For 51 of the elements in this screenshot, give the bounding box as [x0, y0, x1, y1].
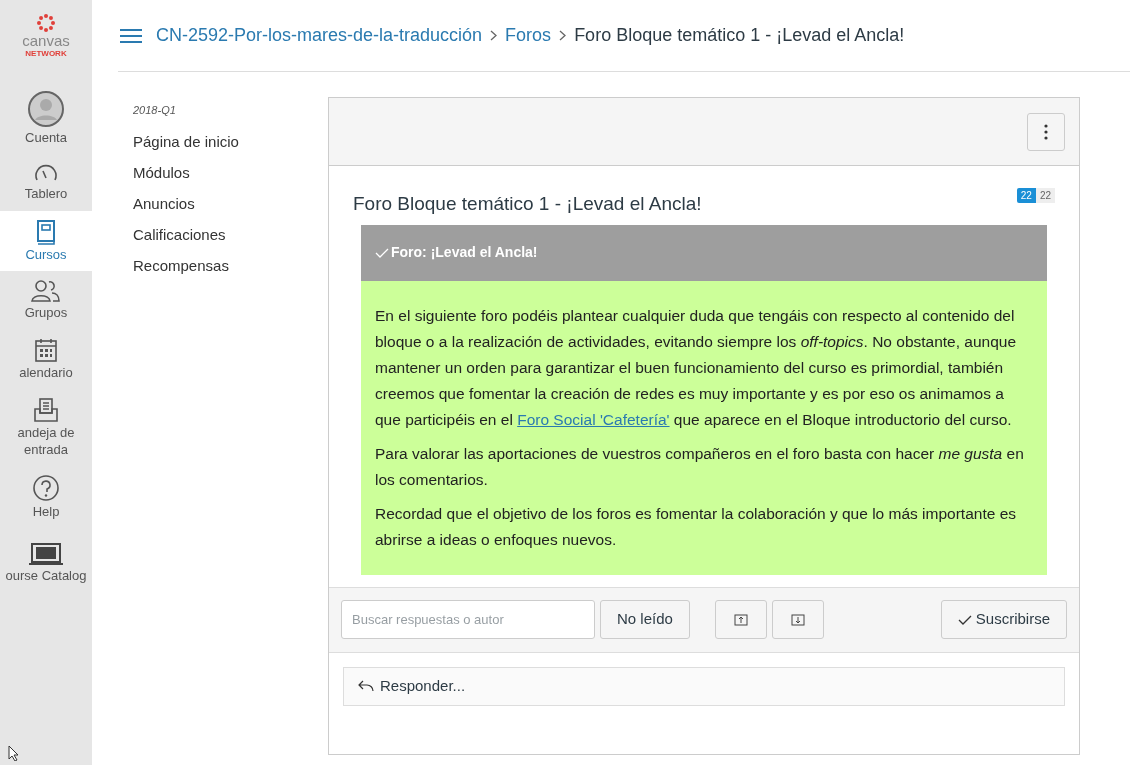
help-icon	[32, 473, 60, 502]
calendar-icon	[34, 337, 58, 363]
chevron-right-icon	[490, 30, 498, 41]
logo-subtitle: NETWORK	[25, 47, 67, 60]
breadcrumb-current[interactable]: Foro Bloque temático 1 - ¡Levad el Ancla!	[574, 22, 905, 49]
jump-up-button[interactable]	[714, 600, 767, 639]
course-nav-link[interactable]: Anuncios	[133, 192, 328, 224]
jump-down-icon	[790, 613, 805, 626]
breadcrumb-link[interactable]: CN-2592-Por-los-mares-de-la-traducción	[156, 22, 483, 49]
body-paragraph: Recordad que el objetivo de los foros es fomentar la colaboración y que lo más importante es abrirse a ideas o enfoques nuevos.	[375, 503, 1018, 550]
subscribe-button[interactable]: Suscribirse	[940, 600, 1067, 639]
unread-button[interactable]: No leído	[600, 600, 690, 639]
inbox-icon	[32, 397, 60, 424]
global-nav-item[interactable]: Cursos	[0, 210, 92, 271]
more-icon	[1044, 123, 1048, 140]
term-label: 2018-Q1	[133, 103, 177, 118]
chevron-right-icon	[559, 30, 567, 41]
global-nav-item[interactable]: Tablero	[0, 154, 92, 211]
jump-up-icon	[733, 613, 748, 626]
jump-down-button[interactable]	[771, 600, 824, 639]
global-nav-item[interactable]: Cuenta	[0, 82, 92, 155]
topic-banner: Foro: ¡Levad el Ancla!	[361, 224, 1047, 281]
cursor-icon	[8, 745, 20, 761]
check-icon	[957, 614, 972, 625]
menu-icon[interactable]	[120, 27, 142, 44]
course-nav-link[interactable]: Página de inicio	[133, 130, 328, 162]
options-button[interactable]	[1027, 112, 1065, 151]
reply-field[interactable]: Responder...	[343, 666, 1065, 706]
global-nav-item[interactable]: alendario	[0, 329, 92, 390]
course-nav-link[interactable]: Recompensas	[133, 254, 328, 286]
global-nav-item[interactable]: ourse Catalog	[0, 534, 92, 593]
catalog-icon	[28, 542, 64, 566]
book-icon	[35, 218, 57, 245]
search-field[interactable]: Buscar respuestas o autor	[341, 600, 595, 639]
course-nav-link[interactable]: Calificaciones	[133, 223, 328, 255]
body-paragraph: Para valorar las aportaciones de vuestros compañeros en el foro basta con hacer me gusta en los comentarios.	[375, 443, 1025, 490]
logo-wordmark: canvas	[22, 32, 70, 48]
check-icon	[375, 247, 389, 258]
reply-icon	[358, 680, 374, 692]
global-nav-item[interactable]: Grupos	[0, 270, 92, 329]
people-icon	[31, 278, 61, 303]
logo-icon	[36, 12, 56, 33]
avatar-icon	[27, 90, 65, 128]
global-nav-item[interactable]: Help	[0, 465, 92, 528]
body-paragraph: En el siguiente foro podéis plantear cualquier duda que tengáis con respecto al contenido del bloque o a la realización de actividades, evitando siempre los off-topics. No obstante, aunque mantener un orden para garantizar el buen funcionamiento del curso es primordial, también creemos que fomentar la creación de redes es muy importante y es por eso os animamos a que participéis en el Foro Social 'Cafetería' que aparece en el Bloque introductorio del curso.	[375, 305, 1018, 430]
forum-link[interactable]: Foro Social 'Cafetería'	[517, 410, 670, 428]
course-nav-link[interactable]: Módulos	[133, 161, 328, 193]
unread-count: 22	[1016, 188, 1036, 203]
global-nav-item[interactable]: andeja de entrada	[0, 389, 92, 466]
breadcrumb-link[interactable]: Foros	[505, 22, 552, 49]
topic-title: Foro Bloque temático 1 - ¡Levad el Ancla!	[353, 192, 702, 216]
